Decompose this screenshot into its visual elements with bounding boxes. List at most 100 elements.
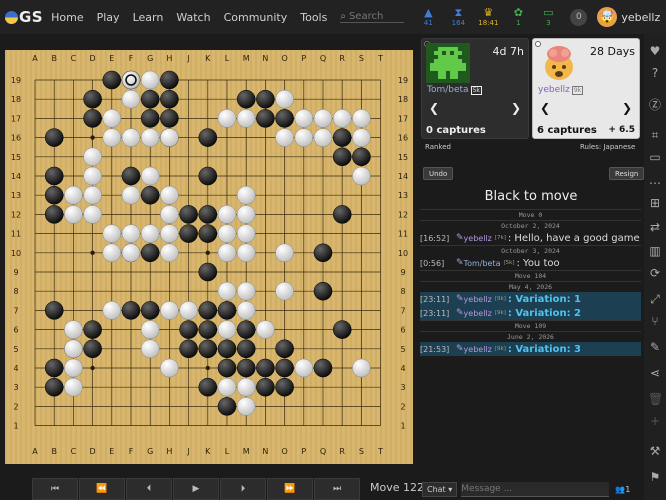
chat-channel-dropdown[interactable]: Chat ▾: [422, 481, 458, 497]
white-stone: [352, 166, 371, 186]
share-alt-icon[interactable]: ⋖: [648, 366, 662, 380]
ranked-label: Ranked: [425, 143, 451, 151]
chat-variation-message[interactable]: [23:11] ✎ yebellz [9k]: Variation: 2: [420, 306, 641, 320]
black-stone: [236, 320, 256, 339]
nav-watch[interactable]: Watch: [176, 11, 210, 24]
pencil-icon[interactable]: ✎: [648, 340, 662, 354]
chat-users-count[interactable]: 👥1: [615, 485, 630, 494]
column-label: F: [129, 447, 134, 456]
black-stone: [198, 320, 218, 339]
white-player-card: 28 Days yebellz 9k ❮ ❯ 6 captures + 6.5: [532, 38, 640, 139]
coordinates-icon[interactable]: ⌗: [648, 128, 662, 142]
branch-icon[interactable]: ⑂: [648, 314, 662, 328]
help-icon[interactable]: ?: [648, 66, 662, 80]
pencil-icon: ✎: [456, 233, 464, 243]
row-label: 16: [398, 134, 408, 143]
black-clock: 4d 7h: [492, 45, 524, 58]
black-player-avatar[interactable]: [426, 43, 470, 83]
last-move-button[interactable]: ⏭: [314, 478, 360, 500]
resign-button[interactable]: Resign: [609, 167, 645, 180]
columns-icon[interactable]: ▥: [648, 244, 662, 258]
chat-separator: October 2, 2024: [420, 220, 641, 231]
exchange-icon[interactable]: ⇄: [648, 220, 662, 234]
gavel-icon[interactable]: ⚒: [648, 444, 662, 458]
chat-username[interactable]: yebellz: [464, 309, 492, 318]
tree-icon[interactable]: ⊞: [648, 196, 662, 210]
row-label: 5: [13, 345, 18, 354]
game-page: GS Home Play Learn Watch Community Tools…: [0, 0, 666, 500]
undo-button[interactable]: Undo: [423, 167, 454, 180]
chat-username[interactable]: Tom/beta: [464, 259, 501, 268]
black-player-rank: 5k: [470, 86, 482, 95]
zen-icon[interactable]: Ⓩ: [648, 98, 662, 112]
column-label: B: [51, 447, 57, 456]
forward-10-button[interactable]: ⏩: [267, 478, 313, 500]
chat-variation-message[interactable]: [21:53] ✎ yebellz [9k]: Variation: 3: [420, 342, 641, 356]
add-icon[interactable]: +: [648, 414, 662, 428]
chat-variation-message[interactable]: [23:11] ✎ yebellz [9k]: Variation: 1: [420, 292, 641, 306]
flag-icon[interactable]: ⚑: [648, 470, 662, 484]
play-button[interactable]: ▶: [173, 478, 219, 500]
black-prev-arrow-icon[interactable]: ❮: [429, 101, 439, 115]
row-label: 11: [11, 230, 21, 239]
white-player-username[interactable]: yebellz: [538, 85, 570, 95]
chat-rank: [7k]: [494, 235, 506, 241]
nav-tools[interactable]: Tools: [300, 11, 327, 24]
white-next-arrow-icon[interactable]: ❯: [622, 101, 632, 115]
column-label: M: [243, 54, 250, 63]
heart-icon[interactable]: ♥: [648, 44, 662, 58]
trash-icon[interactable]: 🗑: [648, 392, 663, 406]
white-prev-arrow-icon[interactable]: ❮: [540, 101, 550, 115]
white-stone: [217, 281, 237, 301]
chat-log[interactable]: Move 0 October 2, 2024 [16:52] ✎ yebellz [7k…: [420, 209, 641, 477]
chat-separator: June 2, 2026: [420, 331, 641, 342]
chat-username[interactable]: yebellz: [464, 295, 492, 304]
white-stone: [332, 109, 352, 128]
black-stone: [198, 224, 218, 243]
share-icon[interactable]: ⋯: [648, 176, 662, 190]
next-move-button[interactable]: ⏵: [220, 478, 266, 500]
white-player-rank: 9k: [571, 86, 584, 95]
chat-username[interactable]: yebellz: [464, 345, 492, 354]
back-10-button[interactable]: ⏪: [79, 478, 125, 500]
status-hourglass[interactable]: ⧗ 164: [444, 7, 472, 28]
first-move-button[interactable]: ⏮: [32, 478, 78, 500]
nav-community[interactable]: Community: [224, 11, 288, 24]
white-player-name[interactable]: yebellz 9k: [538, 85, 584, 95]
status-triangle[interactable]: ▲ 41: [414, 7, 442, 28]
black-player-username[interactable]: Tom/beta: [427, 85, 469, 95]
search-input[interactable]: [348, 11, 399, 22]
white-stone: [352, 109, 371, 128]
column-label: P: [301, 54, 306, 63]
user-avatar[interactable]: 🤯: [597, 7, 618, 27]
forward-10-icon: ⏩: [284, 484, 296, 494]
notification-count[interactable]: 0: [570, 8, 588, 26]
nav-learn[interactable]: Learn: [133, 11, 164, 24]
ogs-logo[interactable]: GS: [5, 8, 43, 26]
search-box: ⌕: [340, 11, 405, 23]
black-player-name[interactable]: Tom/beta 5k: [427, 85, 482, 95]
refresh-icon[interactable]: ⟳: [648, 266, 662, 280]
monitor-icon[interactable]: ▭: [648, 150, 662, 164]
pencil-icon: ✎: [456, 344, 464, 354]
nav-home[interactable]: Home: [51, 11, 83, 24]
prev-move-button[interactable]: ⏴: [126, 478, 172, 500]
white-stone: [140, 166, 160, 186]
nav-play[interactable]: Play: [97, 11, 120, 24]
status-trophy[interactable]: ♛ 18:41: [474, 7, 502, 28]
row-label: 18: [398, 95, 408, 104]
status-monitor[interactable]: ▭ 3: [534, 7, 562, 28]
move-number: Move 122: [370, 481, 424, 494]
status-value: 18:41: [478, 19, 499, 27]
black-next-arrow-icon[interactable]: ❯: [511, 101, 521, 115]
status-turtle[interactable]: ✿ 1: [504, 7, 532, 28]
white-player-avatar[interactable]: [537, 43, 581, 83]
chat-username[interactable]: yebellz: [464, 234, 492, 243]
chat-message-input[interactable]: [461, 481, 610, 497]
white-stone: [64, 205, 83, 224]
board-canvas[interactable]: AABBCCDDEEFFGGHHJJKKLLMMNNOOPPQQRRSSTT19…: [5, 50, 413, 464]
go-board[interactable]: A A B B C C D D E E F F G G H H J J K K L L M M N N O O P P Q Q R R S S T T 19…: [5, 50, 413, 464]
analyze-icon[interactable]: ⤢: [648, 292, 662, 306]
user-menu[interactable]: yebellz: [621, 11, 660, 24]
pencil-icon: ✎: [456, 258, 464, 268]
